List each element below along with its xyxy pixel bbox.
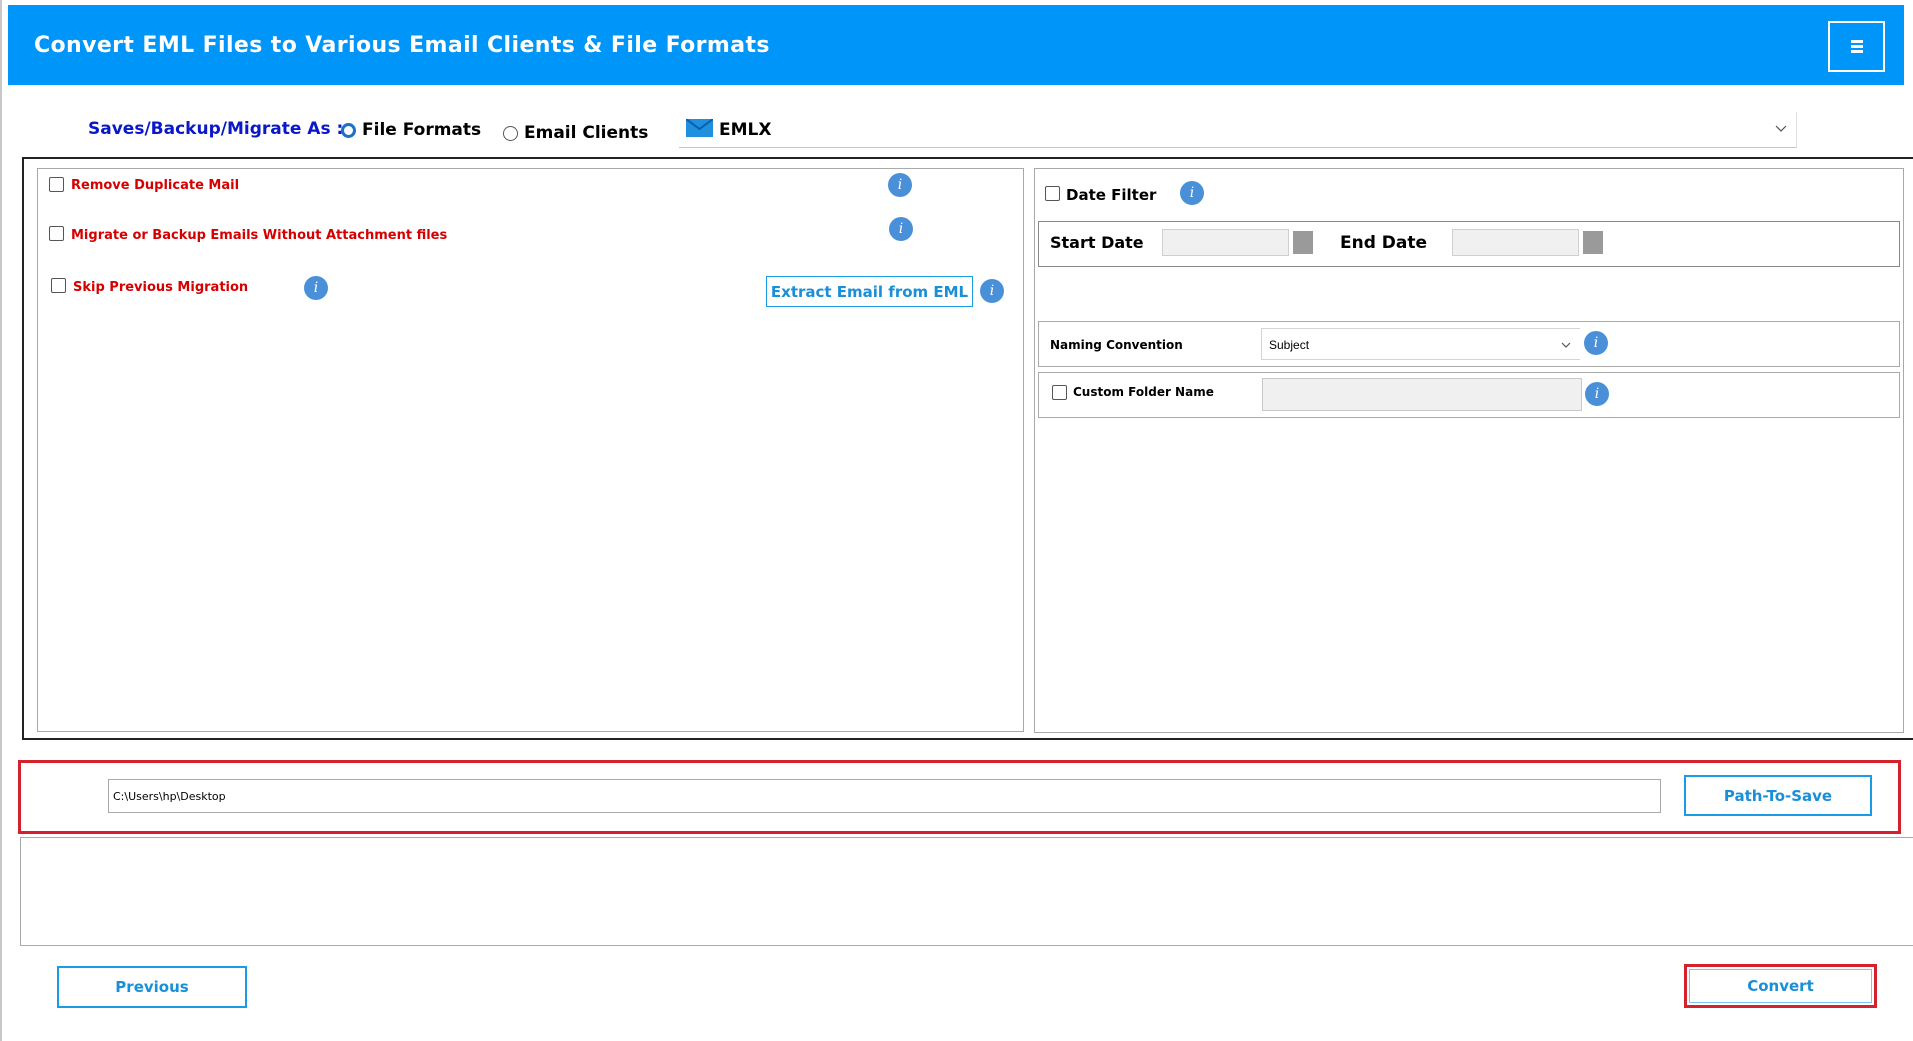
left-options-panel: [37, 168, 1024, 732]
format-value: EMLX: [719, 120, 772, 140]
convert-button[interactable]: Convert: [1684, 964, 1877, 1008]
remove-duplicate-checkbox[interactable]: [49, 177, 64, 192]
format-select[interactable]: EMLX: [679, 112, 1797, 148]
info-icon[interactable]: i: [304, 276, 328, 300]
start-date-input[interactable]: [1162, 229, 1289, 256]
email-envelope-icon: [686, 119, 713, 137]
chevron-down-icon: [1775, 125, 1787, 132]
start-date-label: Start Date: [1050, 233, 1144, 252]
remove-duplicate-label[interactable]: Remove Duplicate Mail: [71, 178, 239, 193]
file-formats-label[interactable]: File Formats: [362, 120, 481, 140]
end-date-label: End Date: [1340, 233, 1428, 253]
file-formats-radio[interactable]: [341, 123, 356, 138]
start-date-picker-button[interactable]: [1292, 230, 1314, 255]
app-title: Convert EML Files to Various Email Clien…: [34, 33, 770, 58]
custom-folder-label[interactable]: Custom Folder Name: [1073, 385, 1214, 399]
naming-convention-value: Subject: [1269, 338, 1310, 352]
info-icon[interactable]: i: [888, 173, 912, 197]
naming-convention-select[interactable]: Subject: [1261, 328, 1580, 360]
without-attachment-checkbox[interactable]: [49, 226, 64, 241]
menu-button[interactable]: [1828, 21, 1885, 72]
convert-button-inner: [1689, 969, 1872, 1003]
log-area: [20, 837, 1913, 946]
custom-folder-input[interactable]: [1262, 378, 1582, 411]
skip-previous-label[interactable]: Skip Previous Migration: [73, 280, 248, 295]
chevron-down-icon: [1561, 342, 1571, 348]
email-clients-radio[interactable]: [503, 126, 518, 141]
end-date-input[interactable]: [1452, 229, 1579, 256]
date-filter-label[interactable]: Date Filter: [1066, 186, 1156, 204]
without-attachment-label[interactable]: Migrate or Backup Emails Without Attachm…: [71, 228, 447, 243]
previous-button[interactable]: Previous: [57, 966, 247, 1008]
date-filter-checkbox[interactable]: [1045, 186, 1060, 201]
naming-convention-label: Naming Convention: [1050, 338, 1183, 352]
info-icon[interactable]: i: [980, 279, 1004, 303]
info-icon[interactable]: i: [1584, 331, 1608, 355]
save-as-label: Saves/Backup/Migrate As :: [88, 119, 344, 139]
app-header: Convert EML Files to Various Email Clien…: [8, 5, 1904, 85]
email-clients-label[interactable]: Email Clients: [524, 123, 648, 143]
extract-email-button[interactable]: Extract Email from EML: [766, 276, 973, 307]
skip-previous-checkbox[interactable]: [51, 278, 66, 293]
info-icon[interactable]: i: [1585, 382, 1609, 406]
info-icon[interactable]: i: [889, 217, 913, 241]
path-to-save-button[interactable]: Path-To-Save: [1684, 775, 1872, 816]
window-edge: [0, 0, 2, 1041]
hamburger-icon: [1850, 38, 1863, 55]
info-icon[interactable]: i: [1180, 181, 1204, 205]
destination-path-input[interactable]: C:\Users\hp\Desktop: [108, 779, 1661, 813]
custom-folder-checkbox[interactable]: [1052, 385, 1067, 400]
end-date-picker-button[interactable]: [1582, 230, 1604, 255]
